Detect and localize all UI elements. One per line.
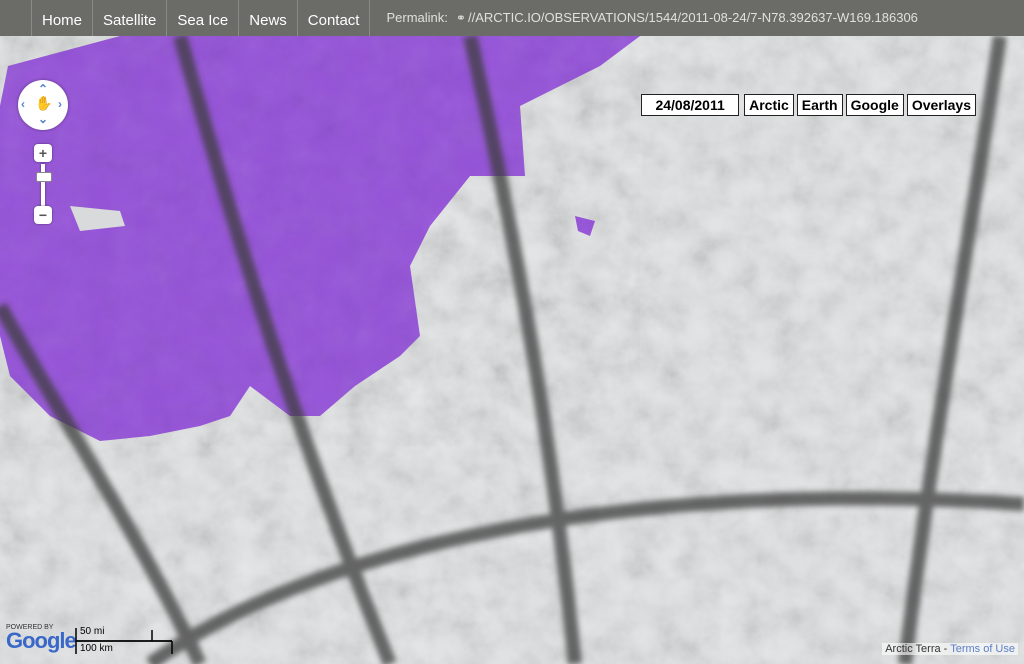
hand-icon[interactable]: ✋ — [35, 95, 52, 112]
permalink: Permalink: ⚭ //ARCTIC.IO/OBSERVATIONS/15… — [386, 0, 917, 39]
arctic-button[interactable]: Arctic — [744, 94, 794, 116]
zoom-slider-handle[interactable] — [36, 172, 52, 182]
link-icon: ⚭ — [455, 11, 466, 25]
terms-of-use-link[interactable]: Terms of Use — [950, 643, 1015, 655]
map-canvas[interactable]: ⌃ ‹ › ⌄ ✋ + − 24/08/2011 Arctic Earth Go… — [0, 36, 1024, 664]
scale-km-label: 100 km — [80, 643, 113, 654]
scale-mi-label: 50 mi — [80, 626, 105, 637]
date-field[interactable]: 24/08/2011 — [641, 94, 740, 116]
zoom-in-button[interactable]: + — [34, 144, 52, 162]
nav-sea-ice[interactable]: Sea Ice — [167, 0, 240, 36]
pan-control[interactable]: ⌃ ‹ › ⌄ ✋ — [18, 80, 68, 130]
overlays-button[interactable]: Overlays — [906, 94, 976, 116]
permalink-url[interactable]: //ARCTIC.IO/OBSERVATIONS/1544/2011-08-24… — [468, 0, 918, 39]
nav-satellite[interactable]: Satellite — [93, 0, 168, 36]
scale-bar: 50 mi 100 km — [74, 626, 174, 656]
pan-right-icon[interactable]: › — [58, 97, 62, 111]
map-attribution: Arctic Terra - Terms of Use — [882, 643, 1018, 655]
google-logo[interactable]: POWERED BY Google — [6, 624, 77, 653]
nav-home[interactable]: Home — [31, 0, 94, 36]
permalink-label: Permalink: — [386, 10, 448, 25]
earth-button[interactable]: Earth — [796, 94, 843, 116]
nav-news[interactable]: News — [239, 0, 298, 36]
zoom-slider-track[interactable] — [41, 164, 45, 206]
zoom-control: + − — [34, 144, 52, 226]
attribution-text: Arctic Terra — [885, 643, 941, 655]
top-nav-bar: Home Satellite Sea Ice News Contact Perm… — [0, 0, 1024, 36]
pan-down-icon[interactable]: ⌄ — [38, 112, 48, 126]
pan-up-icon[interactable]: ⌃ — [38, 82, 48, 96]
map-controls: 24/08/2011 Arctic Earth Google Overlays — [641, 94, 976, 116]
satellite-imagery — [0, 36, 1024, 664]
google-logo-text: Google — [6, 628, 77, 653]
pan-left-icon[interactable]: ‹ — [21, 97, 25, 111]
google-button[interactable]: Google — [845, 94, 904, 116]
zoom-out-button[interactable]: − — [34, 206, 52, 224]
nav-menu: Home Satellite Sea Ice News Contact — [31, 0, 371, 36]
nav-contact[interactable]: Contact — [298, 0, 371, 36]
